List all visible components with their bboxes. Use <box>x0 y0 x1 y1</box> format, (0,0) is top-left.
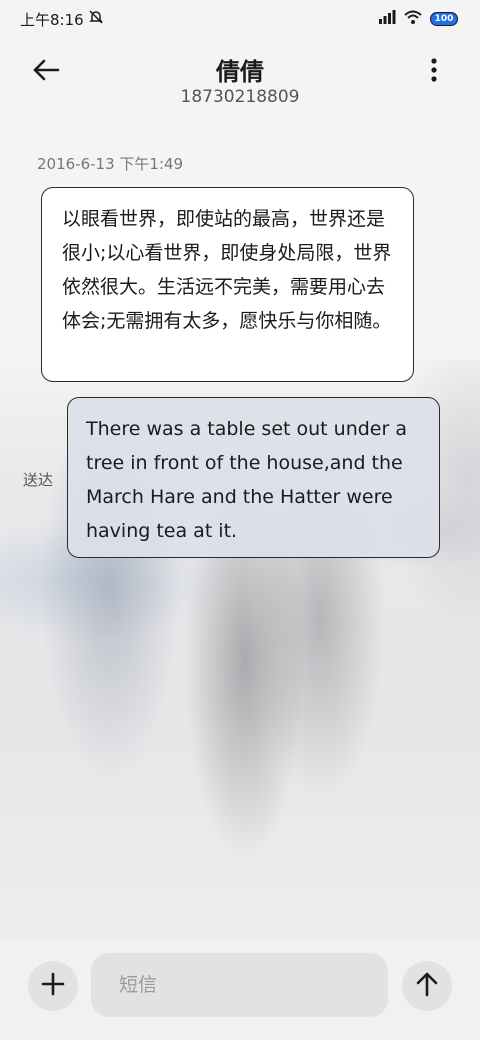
wifi-icon <box>404 10 422 28</box>
more-options-button[interactable] <box>414 52 454 92</box>
status-time: 上午8:16 <box>20 10 84 29</box>
signal-icon <box>378 10 396 28</box>
incoming-message-text: 以眼看世界，即使站的最高，世界还是很小;以心看世界，即使身处局限，世界依然很大。… <box>62 208 392 332</box>
add-attachment-button[interactable] <box>28 961 78 1011</box>
conversation-header: 倩倩 18730218809 <box>0 46 480 116</box>
status-right: 100 <box>378 10 458 28</box>
message-timestamp: 2016-6-13 下午1:49 <box>37 155 184 173</box>
battery-indicator: 100 <box>430 12 458 26</box>
contact-number: 18730218809 <box>180 87 300 107</box>
outgoing-message-bubble[interactable]: There was a table set out under a tree i… <box>67 397 440 558</box>
message-input[interactable] <box>91 953 388 1017</box>
send-button[interactable] <box>402 961 452 1011</box>
composer-bar <box>0 938 480 1040</box>
status-bar: 上午8:16 100 <box>0 0 480 38</box>
arrow-up-icon <box>415 971 439 1001</box>
incoming-message-bubble[interactable]: 以眼看世界，即使站的最高，世界还是很小;以心看世界，即使身处局限，世界依然很大。… <box>41 187 414 382</box>
status-left: 上午8:16 <box>20 9 104 30</box>
outgoing-message-text: There was a table set out under a tree i… <box>86 418 407 542</box>
delivery-status: 送达 <box>23 471 54 489</box>
notification-off-icon <box>88 9 104 29</box>
plus-icon <box>41 972 65 1000</box>
more-vertical-icon <box>430 58 438 86</box>
contact-name: 倩倩 <box>216 58 264 86</box>
